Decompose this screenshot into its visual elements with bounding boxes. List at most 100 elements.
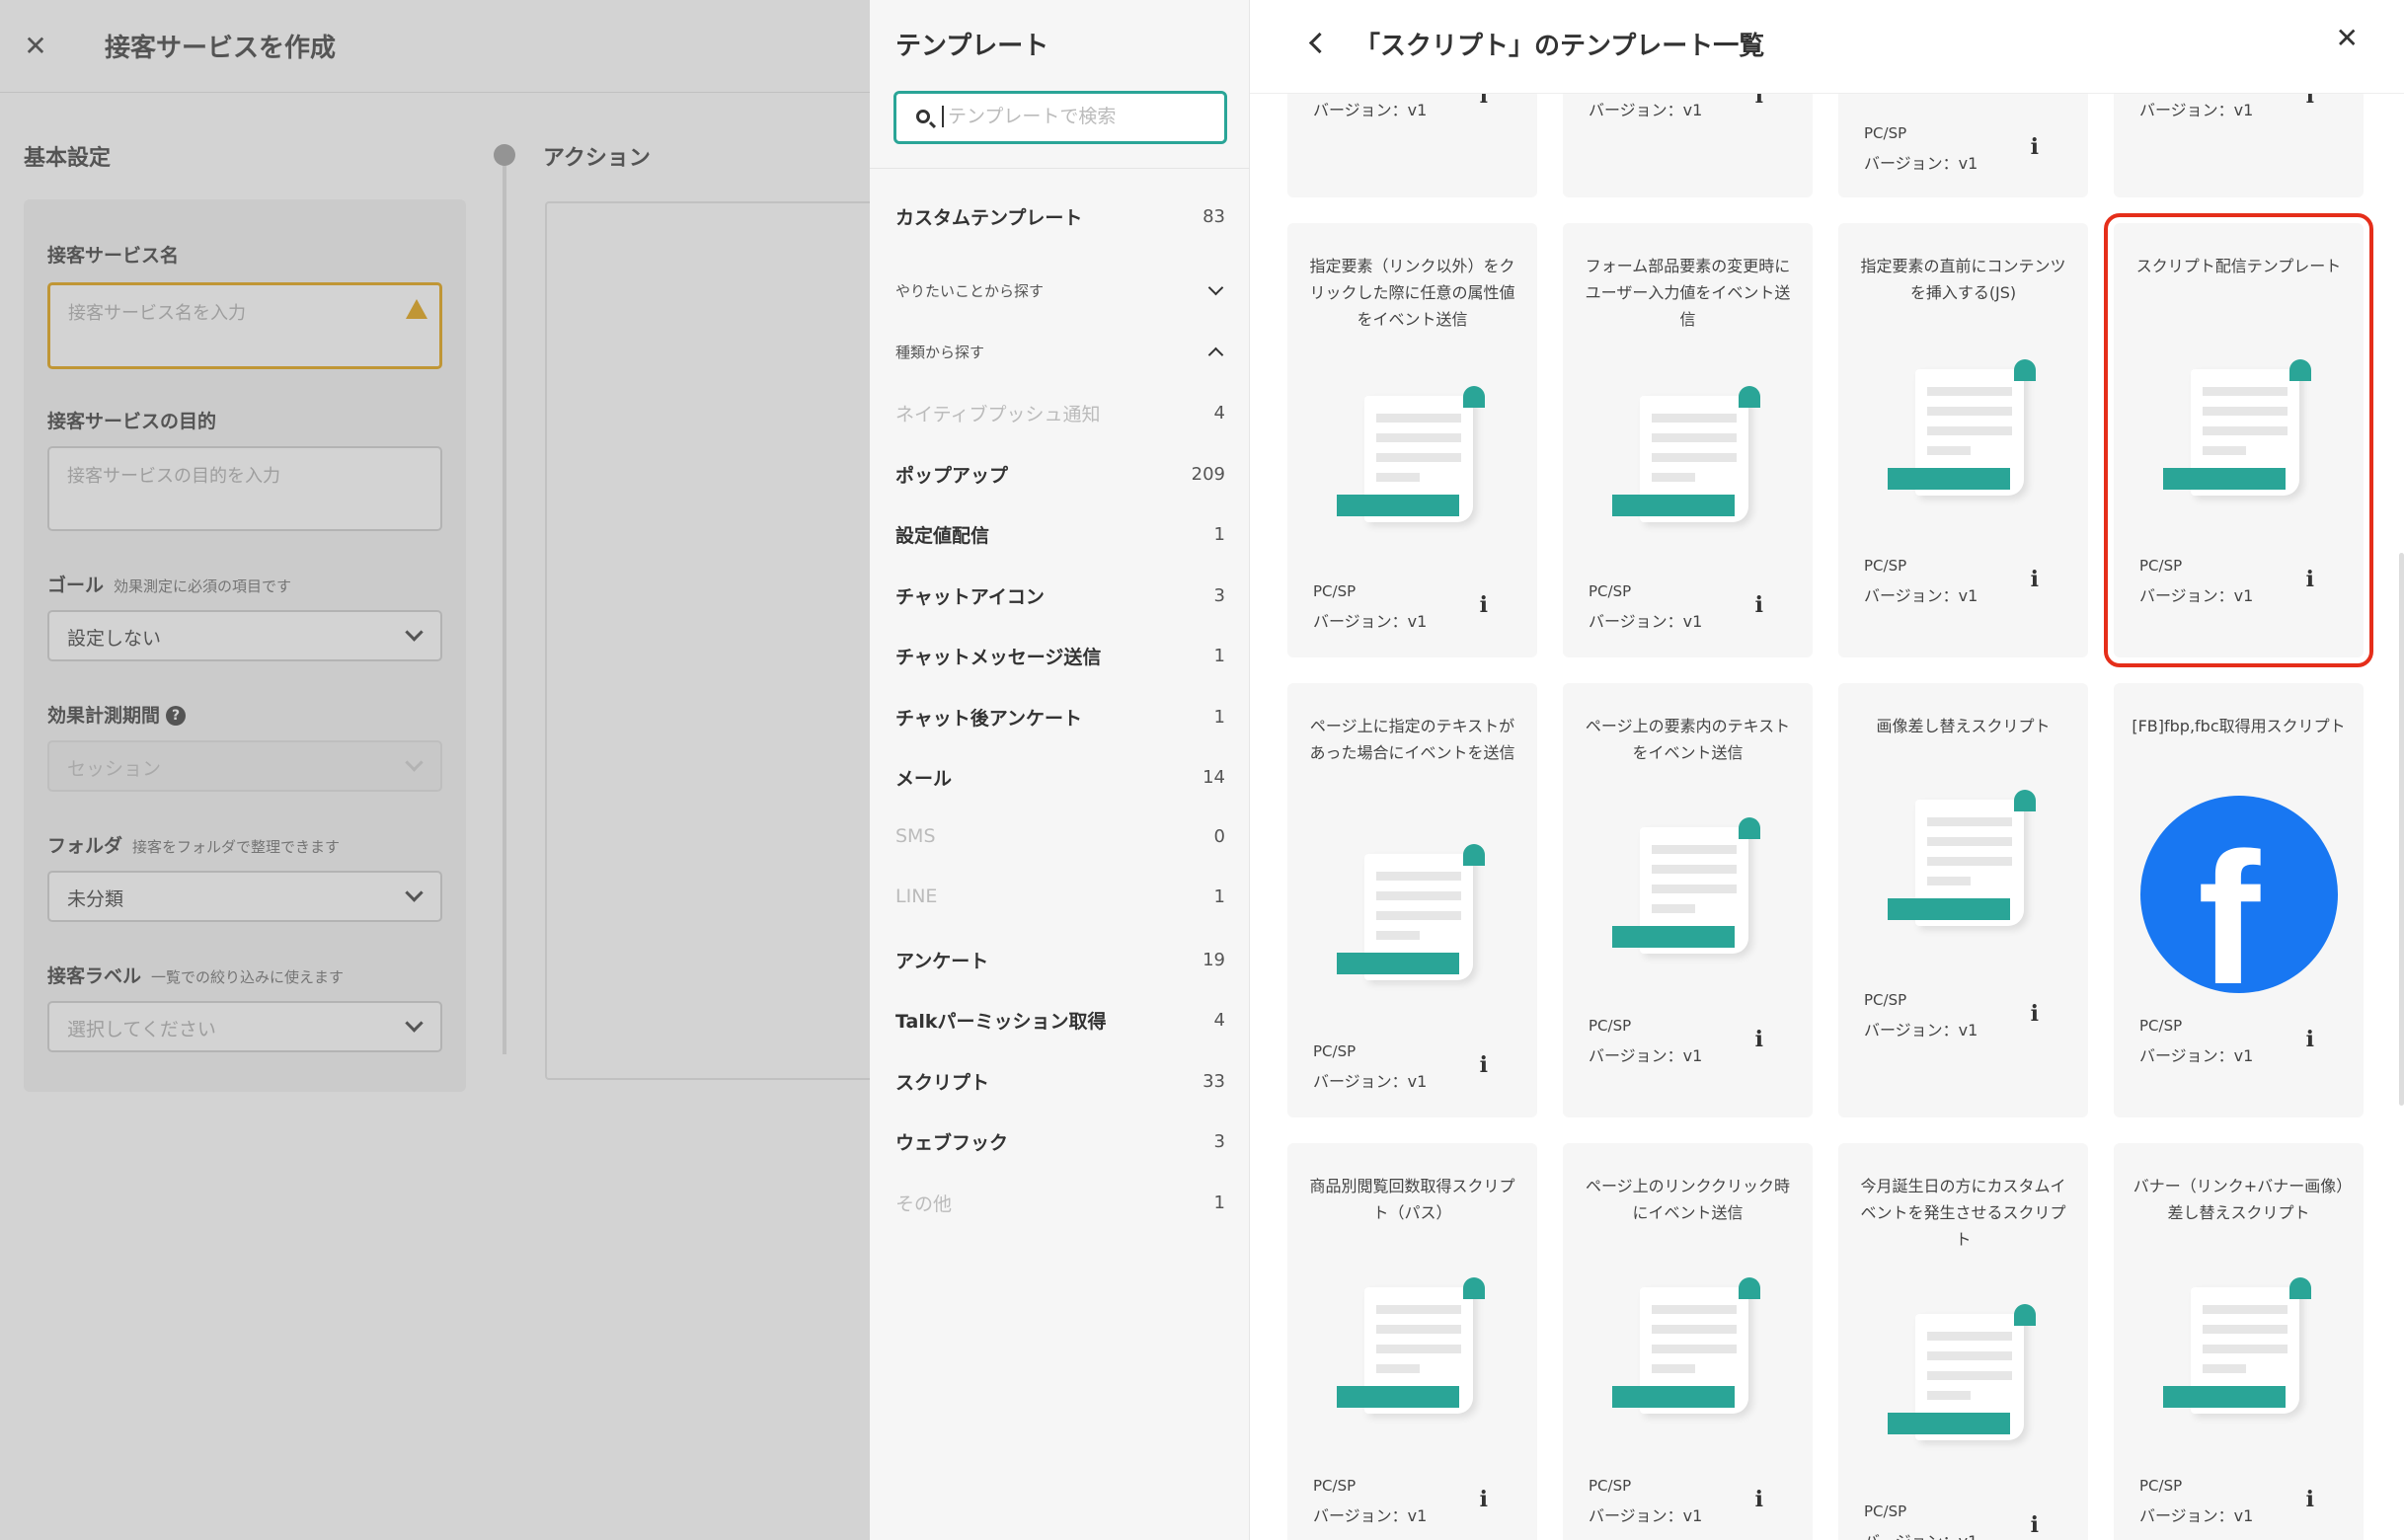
close-icon[interactable]: ✕ <box>2336 22 2359 54</box>
script-icon <box>1337 386 1485 524</box>
card-platform: PC/SP <box>2139 1477 2183 1495</box>
card-title: [FB]fbp,fbc取得用スクリプト <box>2132 717 2346 735</box>
back-chevron-icon[interactable] <box>1308 32 1331 54</box>
info-icon[interactable]: i <box>2306 567 2314 592</box>
card-platform: PC/SP <box>1864 991 1907 1009</box>
template-card[interactable]: 今月誕生日の方にカスタムイベントを発生させるスクリプト PC/SP バージョン：… <box>1838 1143 2088 1540</box>
script-icon <box>1888 1304 2036 1442</box>
category-item[interactable]: Talkパーミッション取得 4 <box>895 1007 1225 1034</box>
category-item[interactable]: その他 1 <box>895 1190 1225 1216</box>
category-item[interactable]: SMS 0 <box>895 825 1225 847</box>
script-icon <box>1337 1277 1485 1416</box>
category-count: 3 <box>1213 585 1225 606</box>
scrollbar[interactable] <box>2399 553 2404 1106</box>
template-card[interactable]: ページ上の要素内のテキストをイベント送信 PC/SP バージョン：v1 i <box>1563 683 1813 1117</box>
template-card[interactable]: フォーム部品要素の変更時にユーザー入力値をイベント送信 PC/SP バージョン：… <box>1563 223 1813 657</box>
category-label: Talkパーミッション取得 <box>895 1011 1107 1033</box>
category-label: カスタムテンプレート <box>895 207 1083 229</box>
card-version: バージョン：v1 <box>2139 1506 2254 1525</box>
card-version: バージョン：v1 <box>1313 612 1428 631</box>
info-icon[interactable]: i <box>1755 1027 1763 1052</box>
category-count: 4 <box>1213 403 1225 424</box>
template-card[interactable]: ページ上に指定のテキストがあった場合にイベントを送信 PC/SP バージョン：v… <box>1287 683 1537 1117</box>
template-card-selected[interactable]: スクリプト配信テンプレート PC/SP バージョン：v1 i <box>2104 213 2373 667</box>
group-label: 種類から探す <box>895 344 985 361</box>
info-icon[interactable]: i <box>2031 1512 2039 1538</box>
category-item[interactable]: チャットアイコン 3 <box>895 582 1225 609</box>
category-item[interactable]: ウェブフック 3 <box>895 1128 1225 1155</box>
template-card[interactable]: バナー（リンク+バナー画像）差し替えスクリプト PC/SP バージョン：v1 i <box>2114 1143 2364 1540</box>
template-search[interactable] <box>893 91 1227 144</box>
category-count: 209 <box>1191 464 1225 485</box>
template-card[interactable]: 商品別閲覧回数取得スクリプト（パス） PC/SP バージョン：v1 i <box>1287 1143 1537 1540</box>
card-version: バージョン：v1 <box>1313 1506 1428 1525</box>
info-icon[interactable]: i <box>1480 1052 1488 1078</box>
card-title: スクリプト配信テンプレート <box>2135 257 2342 275</box>
info-icon[interactable]: i <box>1480 592 1488 618</box>
template-search-input[interactable] <box>942 106 1208 127</box>
card-platform: PC/SP <box>1864 557 1907 575</box>
group-by-purpose[interactable]: やりたいことから探す <box>895 279 1225 301</box>
info-icon[interactable]: i <box>2306 1027 2314 1052</box>
template-category-panel: テンプレート カスタムテンプレート 83 やりたいことから探す 種類から探す ネ… <box>870 0 1250 1540</box>
template-card[interactable]: 指定要素（リンク以外）をクリックした際に任意の属性値をイベント送信 PC/SP … <box>1287 223 1537 657</box>
info-icon[interactable]: i <box>2306 1487 2314 1512</box>
card-platform: PC/SP <box>2139 1017 2183 1035</box>
category-label: その他 <box>895 1194 953 1215</box>
category-count: 14 <box>1202 767 1225 788</box>
template-card[interactable]: [FB]fbp,fbc取得用スクリプト f PC/SP バージョン：v1 i <box>2114 683 2364 1117</box>
script-icon <box>1888 790 2036 928</box>
template-list-panel: 「スクリプト」のテンプレート一覧 ✕ バージョン：v1 i バージョン：v1 i… <box>1250 0 2404 1540</box>
category-item[interactable]: チャットメッセージ送信 1 <box>895 643 1225 669</box>
category-item[interactable]: 設定値配信 1 <box>895 521 1225 548</box>
group-label: やりたいことから探す <box>895 282 1045 300</box>
card-title: ページ上のリンククリック時にイベント送信 <box>1585 1177 1791 1222</box>
category-label: チャット後アンケート <box>895 708 1083 730</box>
card-version: バージョン：v1 <box>1589 1046 1703 1065</box>
template-card[interactable]: 指定要素の直前にコンテンツを挿入する(JS) PC/SP バージョン：v1 i <box>1838 223 2088 657</box>
category-count: 1 <box>1213 646 1225 666</box>
divider <box>870 168 1250 169</box>
category-item[interactable]: チャット後アンケート 1 <box>895 704 1225 731</box>
chevron-up-icon <box>1207 346 1224 363</box>
category-item[interactable]: ポップアップ 209 <box>895 461 1225 488</box>
template-card[interactable]: ページ上のリンククリック時にイベント送信 PC/SP バージョン：v1 i <box>1563 1143 1813 1540</box>
category-custom[interactable]: カスタムテンプレート 83 <box>895 203 1225 230</box>
category-label: 設定値配信 <box>895 525 990 547</box>
card-title: バナー（リンク+バナー画像）差し替えスクリプト <box>2133 1177 2345 1222</box>
card-version: バージョン：v1 <box>1864 154 1978 173</box>
card-version: バージョン：v1 <box>2139 101 2254 119</box>
template-card[interactable]: 画像差し替えスクリプト PC/SP バージョン：v1 i <box>1838 683 2088 1117</box>
category-item-script[interactable]: スクリプト 33 <box>895 1068 1225 1095</box>
script-icon <box>2163 359 2311 498</box>
category-count: 19 <box>1202 950 1225 970</box>
category-item[interactable]: LINE 1 <box>895 886 1225 907</box>
info-icon[interactable]: i <box>2031 567 2039 592</box>
category-item[interactable]: アンケート 19 <box>895 947 1225 973</box>
category-item[interactable]: メール 14 <box>895 764 1225 791</box>
script-icon <box>1612 1277 1760 1416</box>
card-title: 指定要素の直前にコンテンツを挿入する(JS) <box>1860 257 2066 302</box>
category-count: 3 <box>1213 1131 1225 1152</box>
category-count: 0 <box>1213 825 1225 847</box>
category-count: 4 <box>1213 1010 1225 1031</box>
category-label: ウェブフック <box>895 1132 1009 1154</box>
info-icon[interactable]: i <box>2031 1001 2039 1027</box>
category-count: 1 <box>1213 1193 1225 1213</box>
modal-overlay[interactable] <box>0 0 870 1540</box>
card-version: バージョン：v1 <box>1313 1072 1428 1091</box>
facebook-logo: f <box>2140 796 2338 993</box>
card-version: バージョン：v1 <box>2139 1046 2254 1065</box>
category-item[interactable]: ネイティブプッシュ通知 4 <box>895 400 1225 426</box>
card-title: 指定要素（リンク以外）をクリックした際に任意の属性値をイベント送信 <box>1309 257 1515 329</box>
card-title: 画像差し替えスクリプト <box>1876 717 2051 735</box>
category-count: 1 <box>1213 524 1225 545</box>
info-icon[interactable]: i <box>1480 1487 1488 1512</box>
info-icon[interactable]: i <box>1755 592 1763 618</box>
info-icon[interactable]: i <box>1755 1487 1763 1512</box>
category-count: 1 <box>1213 707 1225 728</box>
category-label: アンケート <box>895 951 989 972</box>
info-icon[interactable]: i <box>2031 134 2039 160</box>
group-by-type[interactable]: 種類から探す <box>895 342 1225 363</box>
category-label: LINE <box>895 886 938 907</box>
